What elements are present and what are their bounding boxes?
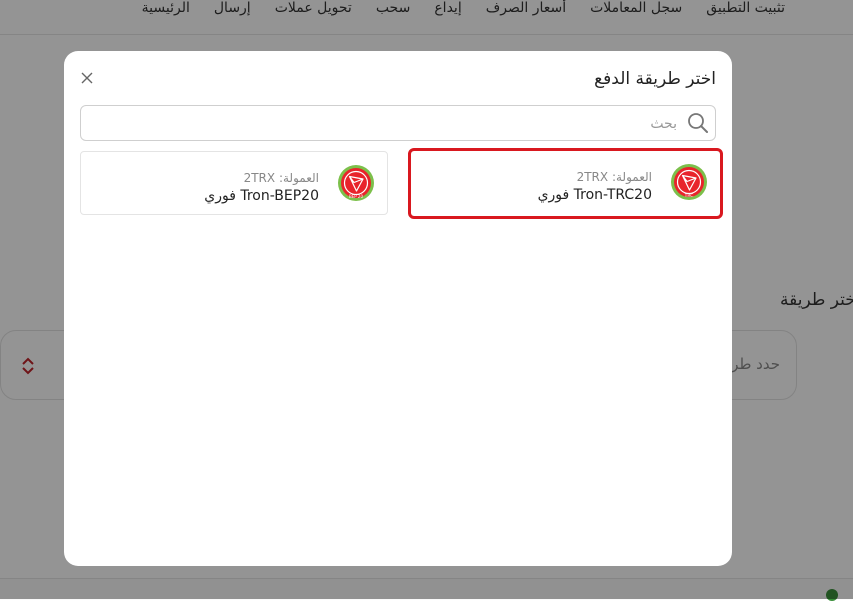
search-input[interactable]	[95, 106, 679, 142]
fee-label: العمولة:	[611, 170, 652, 184]
method-fee: العمولة: 2TRX	[577, 170, 652, 184]
method-name: Tron-BEP20 فوري	[204, 188, 319, 204]
fee-label: العمولة:	[278, 171, 319, 185]
payment-method-bep20[interactable]: BEP 20 العمولة: 2TRX Tron-BEP20 فوري	[80, 151, 388, 215]
fee-value: 2TRX	[243, 171, 276, 185]
payment-method-modal: اختر طريقة الدفع TRC العمولة: 2TRX Tron-…	[64, 51, 732, 566]
search-box	[80, 105, 716, 142]
tron-bep20-logo-icon: BEP 20	[338, 165, 374, 201]
close-icon	[81, 72, 93, 84]
payment-method-trc20[interactable]: TRC العمولة: 2TRX Tron-TRC20 فوري	[408, 148, 723, 219]
logo-text: TRC	[684, 193, 694, 199]
search-icon[interactable]	[687, 112, 709, 134]
method-name: Tron-TRC20 فوري	[537, 187, 652, 203]
logo-text: BEP 20	[349, 194, 364, 199]
method-fee: العمولة: 2TRX	[244, 171, 319, 185]
close-button[interactable]	[78, 69, 96, 87]
modal-title: اختر طريقة الدفع	[594, 69, 716, 89]
tron-trc20-logo-icon: TRC	[671, 164, 707, 200]
fee-value: 2TRX	[576, 170, 609, 184]
